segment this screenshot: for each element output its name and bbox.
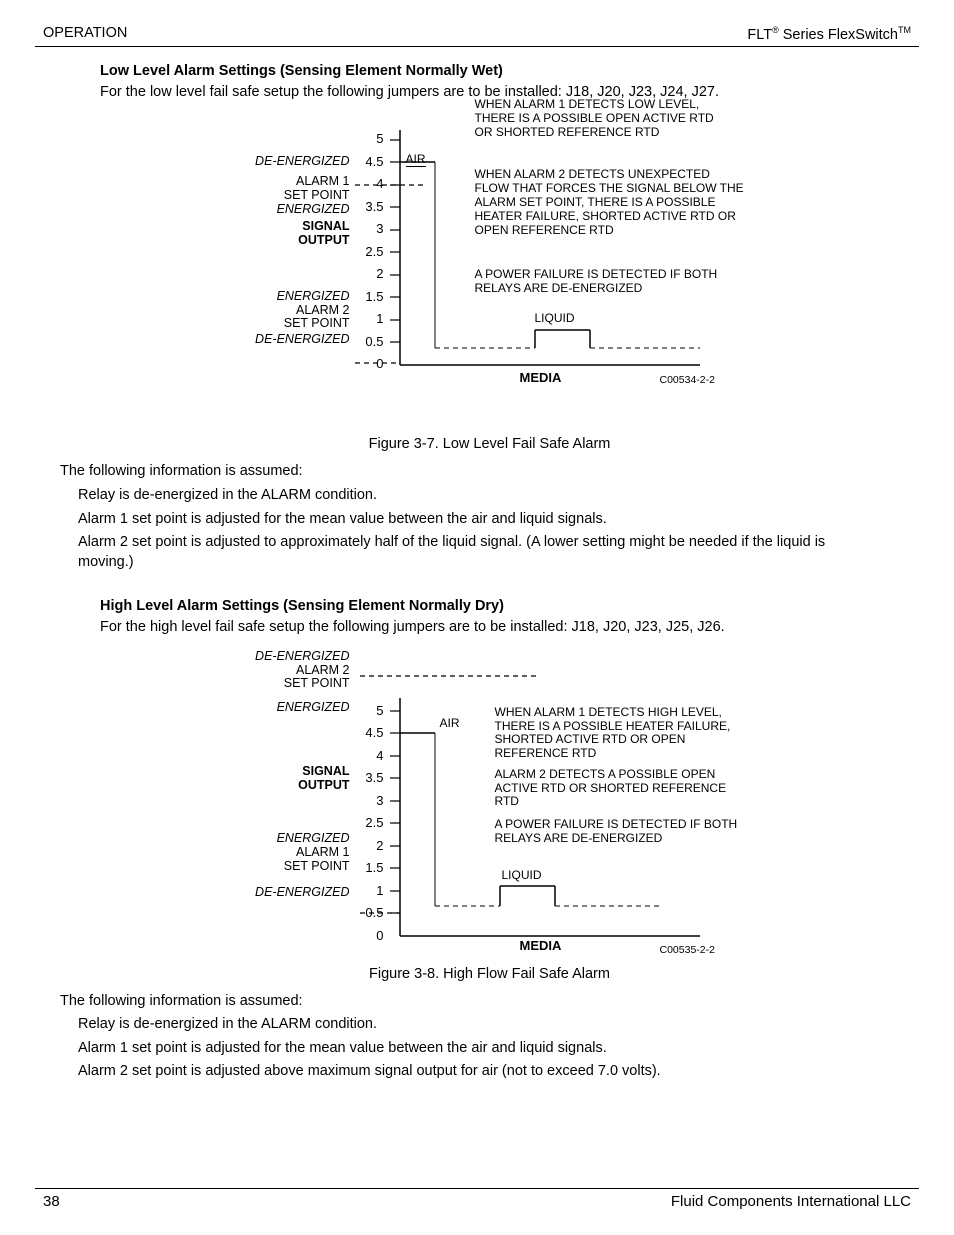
s2-assumed-1: Alarm 1 set point is adjusted for the me… xyxy=(78,1039,879,1059)
header-right: FLT® Series FlexSwitchTM xyxy=(747,25,911,43)
d1-note2: WHEN ALARM 2 DETECTS UNEXPECTED FLOW THA… xyxy=(475,168,745,237)
figure-3-7-caption: Figure 3-7. Low Level Fail Safe Alarm xyxy=(100,436,879,452)
section2-intro: For the high level fail safe setup the f… xyxy=(100,618,879,638)
d1-code: C00534-2-2 xyxy=(660,374,715,386)
section1-title: Low Level Alarm Settings (Sensing Elemen… xyxy=(100,63,879,79)
page-number: 38 xyxy=(43,1193,60,1210)
d1-liquid-label: LIQUID xyxy=(535,311,575,325)
s2-assumed-2: Alarm 2 set point is adjusted above maxi… xyxy=(78,1062,879,1082)
d2-code: C00535-2-2 xyxy=(660,944,715,956)
page-footer: 38 Fluid Components International LLC xyxy=(35,1188,919,1210)
figure-3-8-caption: Figure 3-8. High Flow Fail Safe Alarm xyxy=(100,966,879,982)
page-header: OPERATION FLT® Series FlexSwitchTM xyxy=(35,25,919,47)
header-left: OPERATION xyxy=(43,25,127,43)
figure-3-7: DE-ENERGIZED ALARM 1 SET POINT ENERGIZED… xyxy=(240,130,740,430)
s2-assumed-0: Relay is de-energized in the ALARM condi… xyxy=(78,1015,879,1035)
footer-company: Fluid Components International LLC xyxy=(671,1193,911,1210)
section2-assumed-title: The following information is assumed: xyxy=(60,992,879,1012)
d2-air-label: AIR xyxy=(440,716,460,730)
d2-note2: ALARM 2 DETECTS A POSSIBLE OPEN ACTIVE R… xyxy=(495,768,745,809)
s1-assumed-2: Alarm 2 set point is adjusted to approxi… xyxy=(78,533,879,572)
d1-note3: A POWER FAILURE IS DETECTED IF BOTH RELA… xyxy=(475,268,730,296)
d1-note1: WHEN ALARM 1 DETECTS LOW LEVEL, THERE IS… xyxy=(475,98,730,139)
d2-xlabel: MEDIA xyxy=(520,938,562,953)
section1-assumed-title: The following information is assumed: xyxy=(60,462,879,482)
d1-xlabel: MEDIA xyxy=(520,370,562,385)
section2-title: High Level Alarm Settings (Sensing Eleme… xyxy=(100,598,879,614)
d1-air-label: AIR xyxy=(406,152,426,167)
d2-note1: WHEN ALARM 1 DETECTS HIGH LEVEL, THERE I… xyxy=(495,706,745,761)
d2-note3: A POWER FAILURE IS DETECTED IF BOTH RELA… xyxy=(495,818,745,846)
d2-liquid-label: LIQUID xyxy=(502,868,542,882)
s1-assumed-0: Relay is de-energized in the ALARM condi… xyxy=(78,486,879,506)
figure-3-8: DE-ENERGIZED ALARM 2 SET POINT ENERGIZED… xyxy=(240,658,740,958)
s1-assumed-1: Alarm 1 set point is adjusted for the me… xyxy=(78,510,879,530)
